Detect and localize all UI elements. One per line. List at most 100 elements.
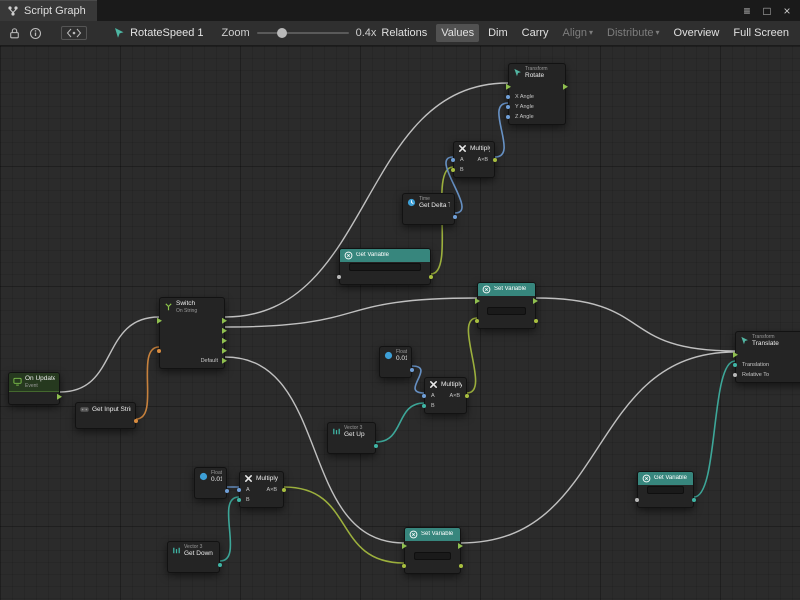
dim-button[interactable]: Dim [483, 24, 513, 42]
node-header: Set Variable [478, 283, 535, 296]
node-float-2[interactable]: Float0.01 [194, 467, 227, 499]
node-titles: Multiply [441, 381, 462, 389]
node-get-variable-1[interactable]: Get Variable [339, 248, 431, 285]
node-float-1[interactable]: Float0.01 [379, 346, 412, 378]
node-get-input-string[interactable]: Get Input Strin [75, 402, 136, 429]
full-screen-button[interactable]: Full Screen [728, 24, 794, 42]
wire-flow-setvar2-to-translate[interactable] [461, 352, 735, 543]
value-port-out[interactable] [225, 489, 229, 493]
value-port-in[interactable] [237, 498, 241, 502]
variable-name-field[interactable] [349, 263, 421, 271]
flow-port-in[interactable] [475, 298, 480, 304]
value-port-in[interactable] [475, 319, 479, 323]
float-icon [199, 472, 208, 481]
wire-flow-switch-to-setvar1[interactable] [225, 298, 477, 327]
node-multiply-2[interactable]: MultiplyAA×BB [424, 377, 467, 414]
value-port-out[interactable] [282, 488, 286, 492]
wire-val-getvar2-to-translate[interactable] [694, 361, 735, 497]
chevron-down-icon: ▾ [656, 29, 660, 37]
variable-name-field[interactable] [487, 307, 526, 315]
node-translate[interactable]: TransformTranslateTranslationRelative To [735, 331, 800, 383]
lock-button[interactable] [6, 25, 24, 42]
node-get-up[interactable]: Vector 3Get Up [327, 422, 376, 454]
node-rotate[interactable]: TransformRotateX AngleY AngleZ Angle [508, 63, 566, 125]
node-on-update[interactable]: On UpdateEvent [8, 372, 60, 405]
value-port-out[interactable] [374, 444, 378, 448]
window-menu-button[interactable]: ≡ [738, 2, 756, 20]
value-port-in[interactable] [506, 105, 510, 109]
graph-canvas[interactable]: On UpdateEvent Get Input Strin SwitchOn St… [0, 46, 800, 600]
wire-val-multiply1-to-rotate[interactable] [495, 103, 508, 157]
value-port-in[interactable] [157, 349, 161, 353]
zoom-slider[interactable] [257, 27, 349, 39]
value-port-in[interactable] [337, 275, 341, 279]
carry-button[interactable]: Carry [517, 24, 554, 42]
zoom-slider-handle[interactable] [277, 28, 287, 38]
value-port-in[interactable] [451, 158, 455, 162]
wire-val-multiply3-to-setvar2[interactable] [284, 487, 404, 563]
port-row [509, 82, 565, 92]
relations-button[interactable]: Relations [376, 24, 432, 42]
value-port-in[interactable] [422, 404, 426, 408]
node-set-variable-1[interactable]: Set Variable [477, 282, 536, 329]
value-port-out[interactable] [534, 319, 538, 323]
flow-port-in[interactable] [506, 84, 511, 90]
overview-button[interactable]: Overview [669, 24, 725, 42]
node-get-down[interactable]: Vector 3Get Down [167, 541, 220, 573]
value-port-in[interactable] [422, 394, 426, 398]
multiply-icon [458, 144, 467, 153]
zoom-to-fit-button[interactable] [61, 26, 87, 40]
wire-flow-update-to-switch[interactable] [60, 317, 159, 392]
value-port-in[interactable] [506, 115, 510, 119]
align-button[interactable]: Align ▾ [558, 24, 598, 42]
wire-val-getdown-to-multiply3[interactable] [220, 497, 239, 561]
value-port-out[interactable] [692, 498, 696, 502]
value-port-in[interactable] [451, 168, 455, 172]
value-port-out[interactable] [453, 215, 457, 219]
value-port-out[interactable] [493, 158, 497, 162]
value-port-in[interactable] [506, 95, 510, 99]
wire-val-getup-to-multiply2[interactable] [376, 403, 424, 442]
value-port-out[interactable] [410, 368, 414, 372]
info-button[interactable] [27, 25, 45, 42]
port-row [405, 551, 460, 561]
value-port-in[interactable] [733, 373, 737, 377]
tab-script-graph[interactable]: Script Graph [0, 0, 97, 21]
node-switch-on-string[interactable]: SwitchOn StringDefault [159, 297, 225, 369]
value-port-in[interactable] [635, 498, 639, 502]
port-label: A×B [477, 157, 488, 163]
variable-name-field[interactable] [414, 552, 451, 560]
node-get-variable-2[interactable]: Get Variable [637, 471, 694, 508]
wire-val-multiply2-to-setvar1[interactable] [467, 318, 477, 393]
wire-flow-switch-default-to-setvar2[interactable] [225, 357, 404, 543]
node-get-delta-time[interactable]: TimeGet Delta Time [402, 193, 455, 225]
value-port-out[interactable] [465, 394, 469, 398]
node-multiply-3[interactable]: MultiplyAA×BB [239, 471, 284, 508]
value-port-out[interactable] [134, 419, 138, 423]
graph-breadcrumb[interactable]: RotateSpeed 1 [113, 27, 203, 39]
wire-flow-setvar1-to-translate[interactable] [536, 298, 735, 351]
value-port-in[interactable] [237, 488, 241, 492]
value-port-out[interactable] [429, 275, 433, 279]
node-header: Multiply [425, 378, 466, 391]
value-port-in[interactable] [733, 363, 737, 367]
node-header: Get Variable [638, 472, 693, 485]
value-port-out[interactable] [218, 563, 222, 567]
distribute-button[interactable]: Distribute ▾ [602, 24, 664, 42]
node-multiply-1[interactable]: MultiplyAA×BB [453, 141, 495, 178]
window-close-button[interactable]: × [778, 2, 796, 20]
variable-name-field[interactable] [647, 486, 684, 494]
wire-string-input-to-switch[interactable] [136, 347, 159, 419]
value-port-out[interactable] [459, 564, 463, 568]
flow-port-in[interactable] [402, 543, 407, 549]
flow-port-in[interactable] [733, 352, 738, 358]
flow-port-in[interactable] [157, 318, 162, 324]
node-set-variable-2[interactable]: Set Variable [404, 527, 461, 574]
values-button[interactable]: Values [436, 24, 479, 42]
window-maximize-button[interactable]: □ [758, 2, 776, 20]
port-row [160, 316, 224, 326]
node-titles: TimeGet Delta Time [419, 196, 450, 210]
value-port-in[interactable] [402, 564, 406, 568]
port-label: Z Angle [515, 114, 534, 120]
port-row: Y Angle [509, 102, 565, 112]
